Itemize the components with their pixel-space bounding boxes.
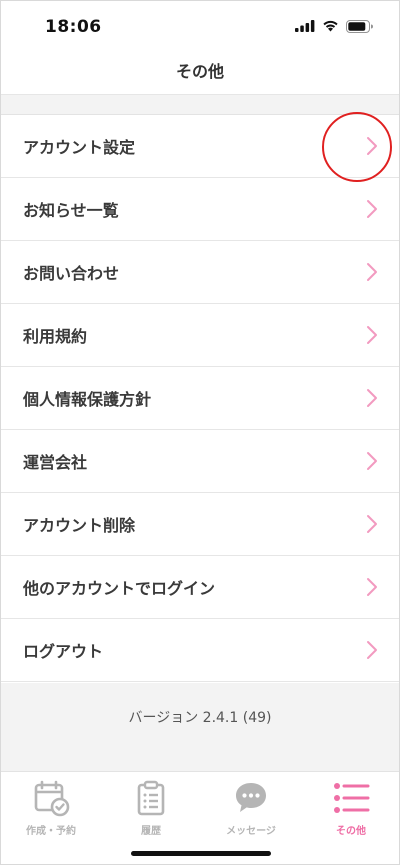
tab-label: 作成・予約 — [26, 826, 76, 837]
menu-item-terms[interactable]: 利用規約 — [1, 304, 399, 367]
chevron-right-icon — [367, 200, 377, 218]
tab-label: メッセージ — [226, 826, 276, 837]
chevron-right-icon — [367, 515, 377, 533]
tab-messages[interactable]: メッセージ — [201, 772, 301, 842]
chevron-right-icon — [367, 326, 377, 344]
menu-item-label: 利用規約 — [23, 327, 88, 346]
highlight-circle — [322, 112, 392, 182]
tab-other[interactable]: その他 — [301, 772, 399, 842]
menu-item-label: お知らせ一覧 — [23, 201, 119, 220]
chat-bubble-icon — [236, 783, 266, 812]
menu-item-notifications[interactable]: お知らせ一覧 — [1, 178, 399, 241]
signal-icon — [295, 20, 315, 32]
nav-bar: その他 — [1, 45, 399, 95]
menu-item-delete-account[interactable]: アカウント削除 — [1, 493, 399, 556]
tab-label: 履歴 — [141, 826, 161, 837]
page-title: その他 — [175, 61, 224, 81]
menu-item-privacy-policy[interactable]: 個人情報保護方針 — [1, 367, 399, 430]
section-spacer — [1, 95, 399, 115]
menu-list-icon — [334, 783, 370, 813]
menu-item-label: 運営会社 — [23, 453, 88, 472]
status-icons — [295, 19, 373, 33]
app-screen: 18:06 その他 アカウント設定 お知らせ一覧 お問い合わせ 利用規約 個人情… — [0, 0, 400, 865]
battery-icon — [346, 19, 373, 33]
version-text: バージョン 2.4.1 (49) — [128, 710, 272, 726]
menu-item-switch-account[interactable]: 他のアカウントでログイン — [1, 556, 399, 619]
menu-item-contact[interactable]: お問い合わせ — [1, 241, 399, 304]
chevron-right-icon — [367, 263, 377, 281]
menu-item-label: 他のアカウントでログイン — [23, 579, 216, 598]
settings-menu-list: アカウント設定 お知らせ一覧 お問い合わせ 利用規約 個人情報保護方針 運営会社… — [1, 115, 399, 682]
version-area: バージョン 2.4.1 (49) — [1, 683, 399, 771]
calendar-check-icon — [34, 780, 70, 817]
status-time: 18:06 — [45, 17, 102, 37]
clipboard-list-icon — [137, 780, 165, 816]
menu-item-label: ログアウト — [23, 642, 104, 661]
home-indicator — [131, 851, 271, 856]
chevron-right-icon — [367, 641, 377, 659]
chevron-right-icon — [367, 389, 377, 407]
menu-item-label: お問い合わせ — [23, 264, 120, 283]
menu-item-label: アカウント設定 — [23, 138, 136, 157]
menu-item-company[interactable]: 運営会社 — [1, 430, 399, 493]
menu-item-logout[interactable]: ログアウト — [1, 619, 399, 682]
chevron-right-icon — [367, 452, 377, 470]
chevron-right-icon — [367, 578, 377, 596]
tab-create-reserve[interactable]: 作成・予約 — [1, 772, 101, 842]
wifi-icon — [323, 20, 338, 32]
menu-item-label: 個人情報保護方針 — [23, 390, 152, 409]
menu-item-label: アカウント削除 — [23, 516, 136, 535]
tab-history[interactable]: 履歴 — [101, 772, 201, 842]
status-bar: 18:06 — [1, 1, 399, 45]
tab-label: その他 — [336, 826, 366, 837]
